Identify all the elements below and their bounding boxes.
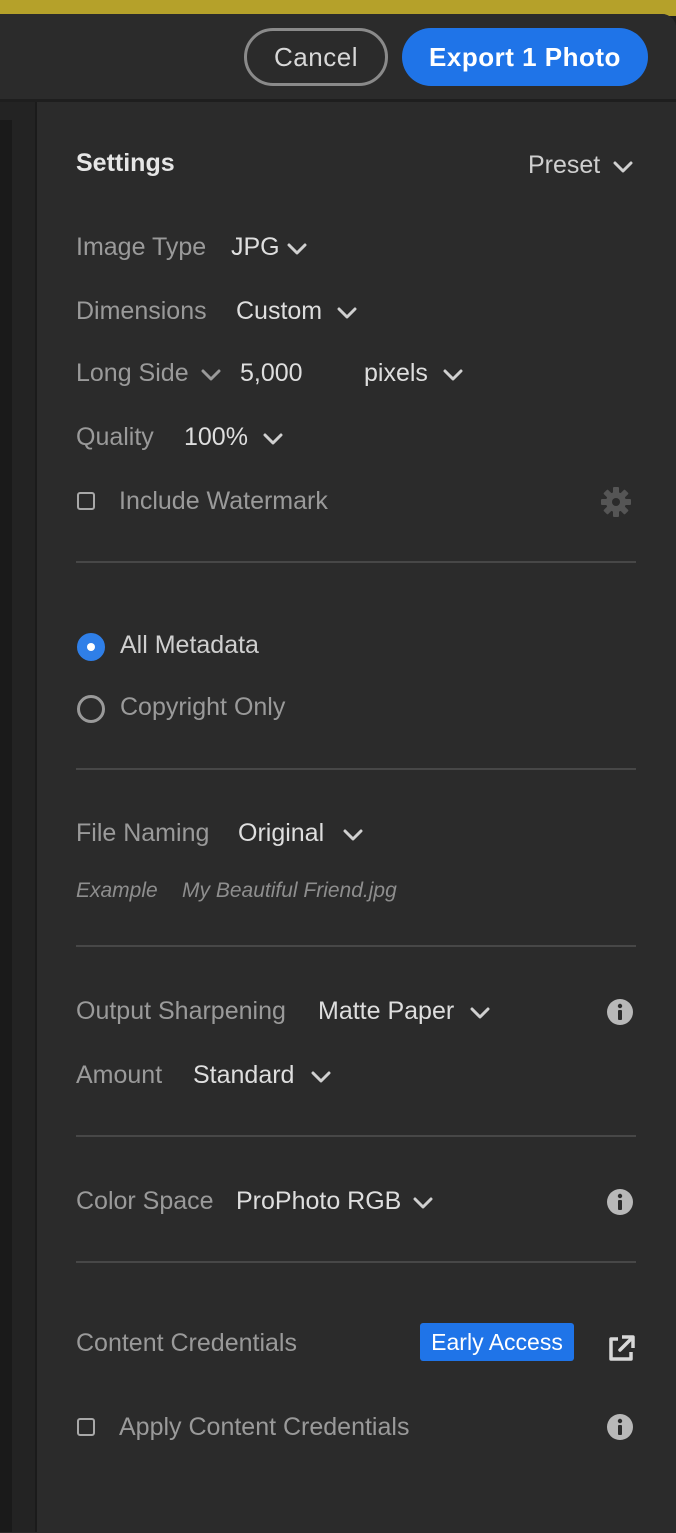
settings-title: Settings bbox=[76, 149, 175, 177]
radio-copyright-only[interactable] bbox=[77, 695, 105, 723]
chevron-down-icon[interactable] bbox=[201, 368, 221, 382]
chevron-down-icon[interactable] bbox=[337, 306, 357, 320]
chevron-down-icon[interactable] bbox=[311, 1070, 331, 1084]
all-metadata-label[interactable]: All Metadata bbox=[120, 630, 259, 660]
long-side-input[interactable]: 5,000 bbox=[240, 358, 303, 388]
section-divider bbox=[76, 945, 636, 947]
export-button[interactable]: Export 1 Photo bbox=[402, 28, 648, 86]
pane-divider[interactable] bbox=[35, 102, 37, 1532]
output-sharpening-label: Output Sharpening bbox=[76, 997, 286, 1025]
output-sharpening-dropdown[interactable]: Matte Paper bbox=[318, 996, 454, 1026]
image-type-label: Image Type bbox=[76, 233, 207, 261]
image-type-dropdown[interactable]: JPG bbox=[231, 232, 280, 262]
header-divider bbox=[0, 99, 676, 102]
amount-label: Amount bbox=[76, 1061, 163, 1089]
chevron-down-icon[interactable] bbox=[343, 828, 363, 842]
chevron-down-icon[interactable] bbox=[287, 242, 307, 256]
cancel-button[interactable]: Cancel bbox=[244, 28, 388, 86]
section-divider bbox=[76, 1135, 636, 1137]
file-naming-dropdown[interactable]: Original bbox=[238, 818, 324, 848]
early-access-badge: Early Access bbox=[420, 1323, 574, 1361]
chevron-down-icon[interactable] bbox=[470, 1006, 490, 1020]
example-filename: My Beautiful Friend.jpg bbox=[182, 879, 397, 902]
radio-all-metadata[interactable] bbox=[77, 633, 105, 661]
chevron-down-icon[interactable] bbox=[263, 432, 283, 446]
copyright-only-label[interactable]: Copyright Only bbox=[120, 692, 285, 722]
dimensions-label: Dimensions bbox=[76, 297, 207, 325]
color-space-label: Color Space bbox=[76, 1187, 214, 1215]
watermark-checkbox[interactable] bbox=[77, 492, 95, 510]
file-naming-label: File Naming bbox=[76, 819, 210, 847]
quality-label: Quality bbox=[76, 423, 154, 451]
section-divider bbox=[76, 768, 636, 770]
chevron-down-icon[interactable] bbox=[413, 1196, 433, 1210]
watermark-label: Include Watermark bbox=[119, 487, 328, 515]
dimensions-dropdown[interactable]: Custom bbox=[236, 296, 322, 326]
chevron-down-icon[interactable] bbox=[613, 160, 633, 174]
info-icon[interactable] bbox=[606, 1413, 634, 1441]
gear-icon[interactable] bbox=[599, 485, 633, 519]
long-side-dropdown[interactable]: Long Side bbox=[76, 358, 189, 388]
apply-credentials-checkbox[interactable] bbox=[77, 1418, 95, 1436]
amount-dropdown[interactable]: Standard bbox=[193, 1060, 294, 1090]
external-link-icon[interactable] bbox=[606, 1334, 636, 1364]
unit-dropdown[interactable]: pixels bbox=[364, 358, 428, 388]
color-space-dropdown[interactable]: ProPhoto RGB bbox=[236, 1186, 401, 1216]
content-credentials-label: Content Credentials bbox=[76, 1329, 297, 1357]
left-preview-inner bbox=[0, 120, 12, 1532]
quality-dropdown[interactable]: 100% bbox=[184, 422, 248, 452]
section-divider bbox=[76, 561, 636, 563]
info-icon[interactable] bbox=[606, 998, 634, 1026]
chevron-down-icon[interactable] bbox=[443, 368, 463, 382]
apply-credentials-label: Apply Content Credentials bbox=[119, 1413, 410, 1441]
info-icon[interactable] bbox=[606, 1188, 634, 1216]
section-divider bbox=[76, 1261, 636, 1263]
example-label: Example bbox=[76, 879, 158, 902]
preset-dropdown[interactable]: Preset bbox=[528, 150, 600, 180]
